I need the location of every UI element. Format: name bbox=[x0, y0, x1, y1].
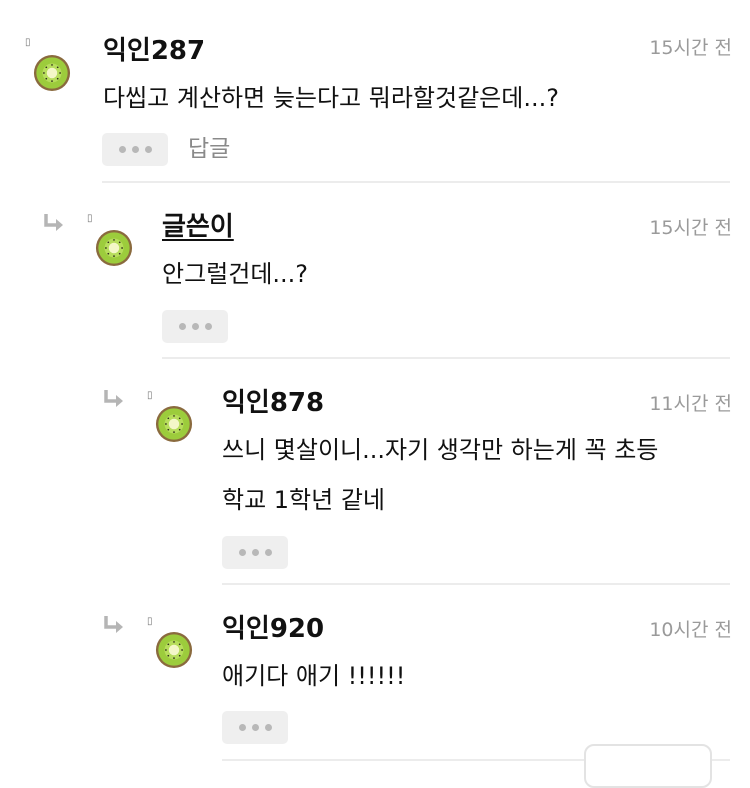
more-button[interactable] bbox=[222, 536, 288, 569]
more-dot-icon bbox=[131, 146, 139, 153]
more-button[interactable] bbox=[222, 711, 288, 744]
comment-divider bbox=[222, 583, 730, 585]
more-dot-icon bbox=[238, 549, 246, 556]
comment-time: 11시간 전 bbox=[649, 393, 732, 415]
kiwi-icon bbox=[155, 405, 193, 443]
kiwi-icon bbox=[155, 631, 193, 669]
reply-arrow-icon bbox=[44, 214, 63, 231]
comment-author[interactable]: 익인878 bbox=[222, 388, 324, 418]
comment-text: 다씹고 계산하면 늦는다고 뭐라할것같은데...? bbox=[103, 84, 559, 112]
comment-text: 애기다 애기 !!!!!! bbox=[222, 662, 406, 690]
badge-marker: ▯ bbox=[147, 390, 153, 401]
kiwi-icon bbox=[33, 54, 71, 92]
more-dot-icon bbox=[144, 146, 152, 153]
more-dot-icon bbox=[251, 549, 259, 556]
comment-time: 10시간 전 bbox=[649, 619, 732, 641]
badge-marker: ▯ bbox=[87, 213, 93, 224]
more-dot-icon bbox=[264, 549, 272, 556]
reply-arrow-icon bbox=[104, 616, 123, 633]
badge-marker: ▯ bbox=[147, 616, 153, 627]
more-dot-icon bbox=[264, 724, 272, 731]
comment-author[interactable]: 익인287 bbox=[103, 36, 205, 66]
comment-text: 학교 1학년 같네 bbox=[222, 486, 386, 514]
comment-author[interactable]: 글쓴이 bbox=[162, 212, 234, 242]
more-dot-icon bbox=[204, 323, 212, 330]
floating-action-box[interactable] bbox=[584, 744, 712, 788]
more-dot-icon bbox=[178, 323, 186, 330]
more-dot-icon bbox=[191, 323, 199, 330]
badge-marker: ▯ bbox=[25, 37, 31, 48]
comment-time: 15시간 전 bbox=[649, 37, 732, 59]
more-dot-icon bbox=[238, 724, 246, 731]
more-dot-icon bbox=[251, 724, 259, 731]
comment-time: 15시간 전 bbox=[649, 217, 732, 239]
comment-author[interactable]: 익인920 bbox=[222, 614, 324, 644]
comment-divider bbox=[102, 181, 730, 183]
comment-divider bbox=[162, 357, 730, 359]
more-button[interactable] bbox=[162, 310, 228, 343]
more-dot-icon bbox=[118, 146, 126, 153]
kiwi-icon bbox=[95, 229, 133, 267]
comment-text: 안그럴건데...? bbox=[162, 260, 309, 288]
comment-text: 쓰니 몇살이니...자기 생각만 하는게 꼭 초등 bbox=[222, 436, 659, 464]
reply-arrow-icon bbox=[104, 390, 123, 407]
reply-button[interactable]: 답글 bbox=[188, 134, 230, 164]
more-button[interactable] bbox=[102, 133, 168, 166]
